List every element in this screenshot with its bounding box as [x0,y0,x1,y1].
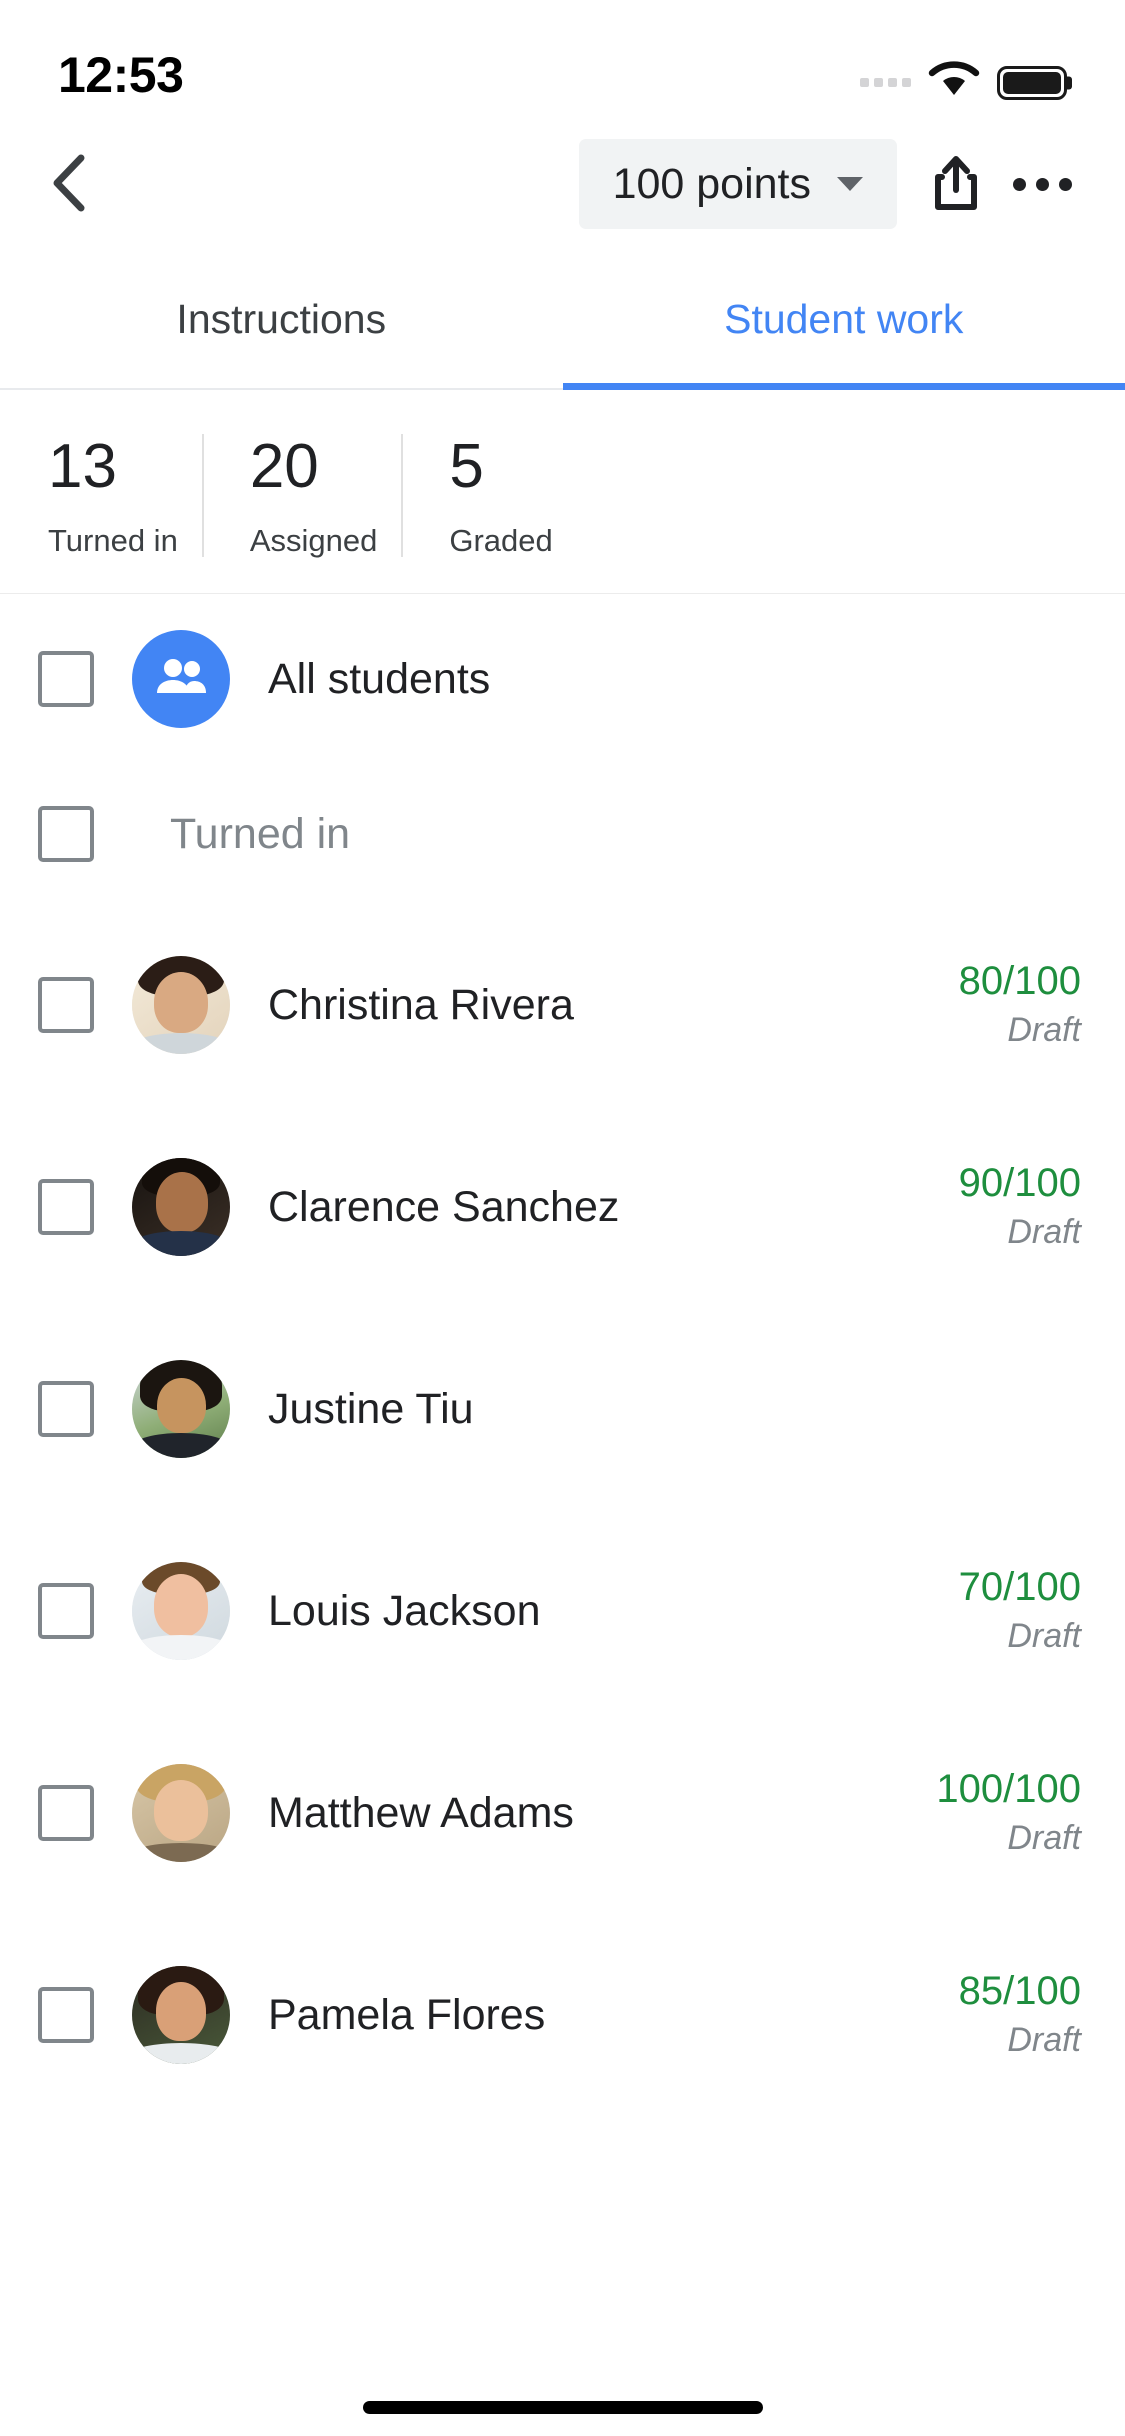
section-checkbox[interactable] [0,806,132,863]
back-button[interactable] [28,141,114,227]
stat-assigned-value: 20 [249,432,319,501]
grade-state: Draft [1007,1617,1081,1656]
checkbox-icon [38,651,94,708]
wifi-icon [928,61,980,104]
student-checkbox[interactable] [0,1987,132,2044]
all-students-checkbox[interactable] [0,651,132,708]
student-checkbox[interactable] [0,1179,132,1236]
student-checkbox[interactable] [0,977,132,1034]
stat-turned-in-value: 13 [48,432,117,501]
all-students-row[interactable]: All students [0,594,1125,764]
status-bar: 12:53 [0,0,1125,118]
student-name: Clarence Sanchez [268,1182,620,1231]
table-row[interactable]: Matthew Adams 100/100 Draft [0,1712,1125,1914]
student-grade[interactable]: 90/100 Draft [959,1160,1081,1254]
student-grade[interactable]: 80/100 Draft [959,958,1081,1052]
checkbox-icon [38,1987,94,2044]
grade-score: 90/100 [958,1161,1081,1206]
stat-assigned: 20 Assigned [201,432,402,559]
grade-state: Draft [1007,1011,1081,1050]
share-icon [933,155,979,214]
chevron-down-icon [837,177,863,191]
avatar [132,630,230,729]
tab-bar: Instructions Student work [0,250,1125,390]
back-chevron-icon [47,152,95,217]
student-portrait [132,1360,230,1459]
checkbox-icon [38,806,94,863]
student-portrait [132,1562,230,1661]
more-options-button[interactable] [999,141,1085,227]
battery-full-icon [997,65,1067,100]
checkbox-icon [38,1179,94,1236]
avatar [132,956,230,1055]
avatar [132,1562,230,1661]
table-row[interactable]: Pamela Flores 85/100 Draft [0,1914,1125,2116]
app-bar: 100 points [0,118,1125,250]
points-label: 100 points [612,159,811,208]
avatar [132,1966,230,2065]
student-list: All students Turned in Christina Rivera … [0,594,1125,2116]
student-grade[interactable]: 85/100 Draft [959,1968,1081,2062]
points-selector[interactable]: 100 points [578,139,897,229]
student-grade[interactable]: 70/100 Draft [959,1564,1081,1658]
checkbox-icon [38,977,94,1034]
checkbox-icon [38,1583,94,1640]
stat-graded: 5 Graded [401,432,576,559]
student-name: Louis Jackson [268,1586,541,1635]
section-header-turned-in[interactable]: Turned in [0,764,1125,904]
grade-state: Draft [1007,1819,1081,1858]
avatar [132,1360,230,1459]
more-options-icon [1012,177,1072,191]
signal-dots-icon [860,78,911,87]
table-row[interactable]: Justine Tiu [0,1308,1125,1510]
home-indicator [362,2401,763,2414]
table-row[interactable]: Christina Rivera 80/100 Draft [0,904,1125,1106]
all-students-label: All students [268,654,491,703]
avatar [132,1158,230,1257]
student-name: Christina Rivera [268,980,574,1029]
student-name: Justine Tiu [268,1384,474,1433]
stat-assigned-label: Assigned [249,523,378,559]
stat-graded-value: 5 [449,432,484,501]
table-row[interactable]: Louis Jackson 70/100 Draft [0,1510,1125,1712]
student-name: Matthew Adams [268,1788,574,1837]
work-summary-stats: 13 Turned in 20 Assigned 5 Graded [0,390,1125,595]
checkbox-icon [38,1381,94,1438]
tab-instructions[interactable]: Instructions [0,250,563,388]
grade-score: 80/100 [958,959,1081,1004]
student-portrait [132,1158,230,1257]
student-portrait [132,1966,230,2065]
student-checkbox[interactable] [0,1785,132,1842]
status-time: 12:53 [58,47,184,103]
avatar [132,1764,230,1863]
student-portrait [132,1764,230,1863]
tab-student-work[interactable]: Student work [562,250,1125,390]
table-row[interactable]: Clarence Sanchez 90/100 Draft [0,1106,1125,1308]
section-label: Turned in [170,809,351,858]
stat-turned-in: 13 Turned in [0,432,202,559]
student-checkbox[interactable] [0,1583,132,1640]
grade-state: Draft [1007,1213,1081,1252]
grade-score: 70/100 [958,1565,1081,1610]
grade-state: Draft [1007,2021,1081,2060]
share-button[interactable] [913,141,999,227]
status-indicators [860,61,1067,104]
student-portrait [132,956,230,1055]
student-grade[interactable]: 100/100 Draft [936,1766,1081,1860]
stat-graded-label: Graded [449,523,553,559]
student-checkbox[interactable] [0,1381,132,1438]
student-name: Pamela Flores [268,1990,546,2039]
stat-turned-in-label: Turned in [48,523,178,559]
grade-score: 85/100 [958,1969,1081,2014]
checkbox-icon [38,1785,94,1842]
grade-score: 100/100 [936,1767,1081,1812]
people-group-icon [153,655,209,704]
